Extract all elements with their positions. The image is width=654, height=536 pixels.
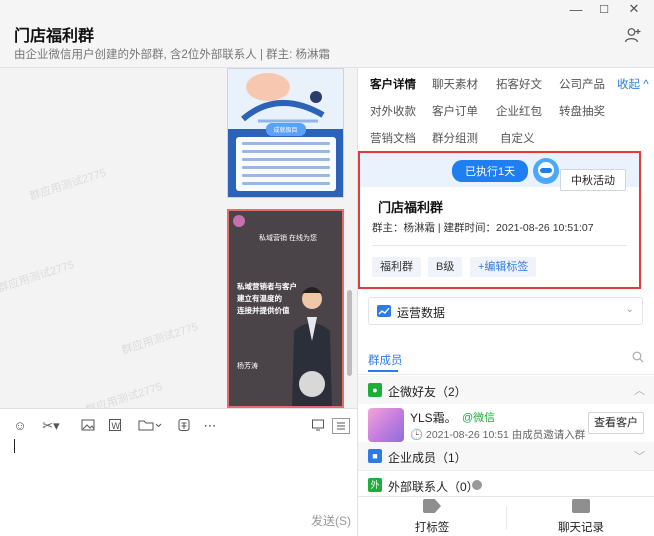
maximize-button[interactable]: ☐	[590, 0, 618, 18]
tab-group-test[interactable]: 群分组测	[432, 130, 478, 146]
message-input[interactable]	[0, 442, 357, 536]
poster-image-yoga[interactable]: 成就极目	[227, 68, 344, 198]
screen-share-icon[interactable]	[310, 418, 326, 434]
avatar[interactable]	[368, 408, 404, 442]
poster-badge: 成就极目	[265, 123, 306, 136]
poster-image-speaker[interactable]: 私域营销 在线为您 私域营销者与客户 建立有温度的 连接并提供价值 杨芳涛	[227, 209, 344, 408]
execution-badge: 已执行1天	[452, 160, 529, 182]
section-enterprise-members[interactable]: ■ 企业成员（1） ﹀	[358, 442, 654, 470]
view-customer-button[interactable]: 查看客户	[588, 412, 644, 434]
add-user-icon[interactable]	[624, 26, 642, 44]
chart-icon	[377, 305, 391, 317]
section-label: 外部联系人（0）	[388, 480, 479, 494]
tag-chip: B级	[428, 257, 463, 277]
composer-toolbar: ☺ ✂▾ W ⋯	[0, 408, 357, 442]
tag-button[interactable]: 打标签	[392, 499, 472, 535]
chat-scrollbar[interactable]	[347, 290, 352, 376]
chat-bubble-icon: ●	[368, 383, 382, 397]
watermark: 群应用测试2775	[84, 380, 164, 408]
poster-logo-icon	[233, 215, 245, 227]
section-external-contacts[interactable]: 外 外部联系人（0）	[358, 471, 654, 499]
page-title: 门店福利群	[14, 28, 95, 45]
close-button[interactable]: ✕	[620, 0, 648, 18]
chevron-up-icon: ︿	[634, 385, 645, 397]
section-label: 企业成员（1）	[388, 451, 467, 465]
emoji-icon[interactable]: ☺	[12, 418, 28, 434]
activity-label[interactable]: 中秋活动	[560, 169, 626, 191]
poster-speaker-name: 杨芳涛	[237, 363, 258, 370]
active-tab-underline	[368, 370, 398, 372]
edit-tags-button[interactable]: +编辑标签	[470, 257, 537, 277]
folder-icon: ■	[368, 449, 382, 463]
tab-custom[interactable]: 自定义	[500, 130, 535, 146]
member-source: @微信	[462, 412, 496, 424]
tab-red-packet[interactable]: 企业红包	[496, 103, 542, 119]
chat-record-label: 聊天记录	[558, 522, 604, 534]
tab-chat-material[interactable]: 聊天素材	[432, 76, 478, 92]
poster-line: 建立有温度的	[237, 294, 282, 303]
divider	[506, 507, 507, 529]
watermark: 群应用测试2775	[28, 166, 108, 203]
poster-line: 私域营销 在线为您	[259, 235, 317, 242]
member-join-info: 🕒 2021-08-26 10:51 由成员邀请入群	[410, 429, 586, 441]
customer-side-panel: 客户详情 聊天素材 拓客好文 公司产品 收起 ^ 对外收款 客户订单 企业红包 …	[357, 68, 654, 536]
section-label: 企微好友（2）	[388, 385, 467, 399]
card-header: 已执行1天 中秋活动	[360, 153, 639, 191]
tab-marketing-docs[interactable]: 营销文档	[370, 130, 416, 146]
tab-lottery[interactable]: 转盘抽奖	[559, 103, 605, 119]
more-icon[interactable]: ⋯	[202, 418, 218, 434]
title-bar: 门店福利群 由企业微信用户创建的外部群, 含2位外部联系人 | 群主: 杨淋霜 …	[0, 0, 654, 68]
chevron-down-icon: ﹀	[634, 451, 645, 463]
divider	[372, 245, 627, 246]
qr-code-icon	[299, 371, 325, 397]
yoga-illustration	[241, 73, 325, 123]
tab-payment[interactable]: 对外收款	[370, 103, 416, 119]
list-item: YLS霜。 @微信 🕒 2021-08-26 10:51 由成员邀请入群 查看客…	[358, 404, 654, 446]
external-icon: 外	[368, 478, 382, 492]
tab-orders[interactable]: 客户订单	[432, 103, 478, 119]
svg-text:W: W	[111, 422, 120, 432]
tab-company-products[interactable]: 公司产品	[559, 76, 605, 92]
group-subtitle: 由企业微信用户创建的外部群, 含2位外部联系人 | 群主: 杨淋霜	[14, 49, 331, 61]
side-panel-toggle-icon[interactable]	[332, 418, 350, 434]
tab-articles[interactable]: 拓客好文	[496, 76, 542, 92]
group-owner-info: 群主：杨淋霜 | 建群时间：2021-08-26 10:51:07	[372, 222, 594, 234]
tab-customer-detail[interactable]: 客户详情	[370, 76, 416, 92]
folder-icon[interactable]	[138, 418, 162, 434]
chevron-down-icon: ⌄	[625, 304, 634, 315]
document-icon[interactable]: W	[107, 418, 123, 434]
chat-record-icon	[572, 499, 590, 513]
watermark: 群应用测试2775	[0, 258, 76, 295]
status-dot-icon	[472, 480, 482, 490]
panel-bottom-bar: 打标签 聊天记录	[358, 496, 654, 536]
tag-icon	[423, 499, 441, 513]
poster-line: 连接并提供价值	[237, 306, 290, 315]
chat-message-area[interactable]: 群应用测试2775 群应用测试2775 群应用测试2775 群应用测试2775 …	[0, 68, 357, 408]
member-name: YLS霜。	[410, 411, 457, 425]
watermark: 群应用测试2775	[120, 320, 200, 357]
divider	[358, 374, 654, 375]
group-name: 门店福利群	[378, 200, 444, 215]
scissors-icon[interactable]: ✂▾	[40, 418, 62, 434]
tag-button-label: 打标签	[414, 522, 450, 534]
group-info-card: 已执行1天 中秋活动 门店福利群 群主：杨淋霜 | 建群时间：2021-08-2…	[358, 151, 641, 289]
text-cursor	[14, 439, 15, 453]
panel-tabs: 客户详情 聊天素材 拓客好文 公司产品 收起 ^ 对外收款 客户订单 企业红包 …	[358, 68, 654, 148]
operations-data-label: 运营数据	[397, 306, 446, 320]
chat-record-button[interactable]: 聊天记录	[541, 499, 621, 535]
send-button[interactable]: 发送(S)	[311, 512, 351, 529]
poster-text-box	[236, 137, 336, 191]
operations-data-dropdown[interactable]: 运营数据 ⌄	[368, 297, 643, 325]
tag-chip: 福利群	[372, 257, 421, 277]
collapse-button[interactable]: 收起 ^	[617, 76, 649, 92]
section-wechat-friends[interactable]: ● 企微好友（2） ︿	[358, 376, 654, 404]
red-packet-icon[interactable]	[176, 418, 192, 434]
tab-group-members[interactable]: 群成员	[368, 352, 403, 368]
search-icon[interactable]	[632, 351, 644, 363]
image-icon[interactable]	[80, 418, 96, 434]
mascot-icon	[533, 158, 559, 184]
minimize-button[interactable]: —	[562, 0, 590, 18]
